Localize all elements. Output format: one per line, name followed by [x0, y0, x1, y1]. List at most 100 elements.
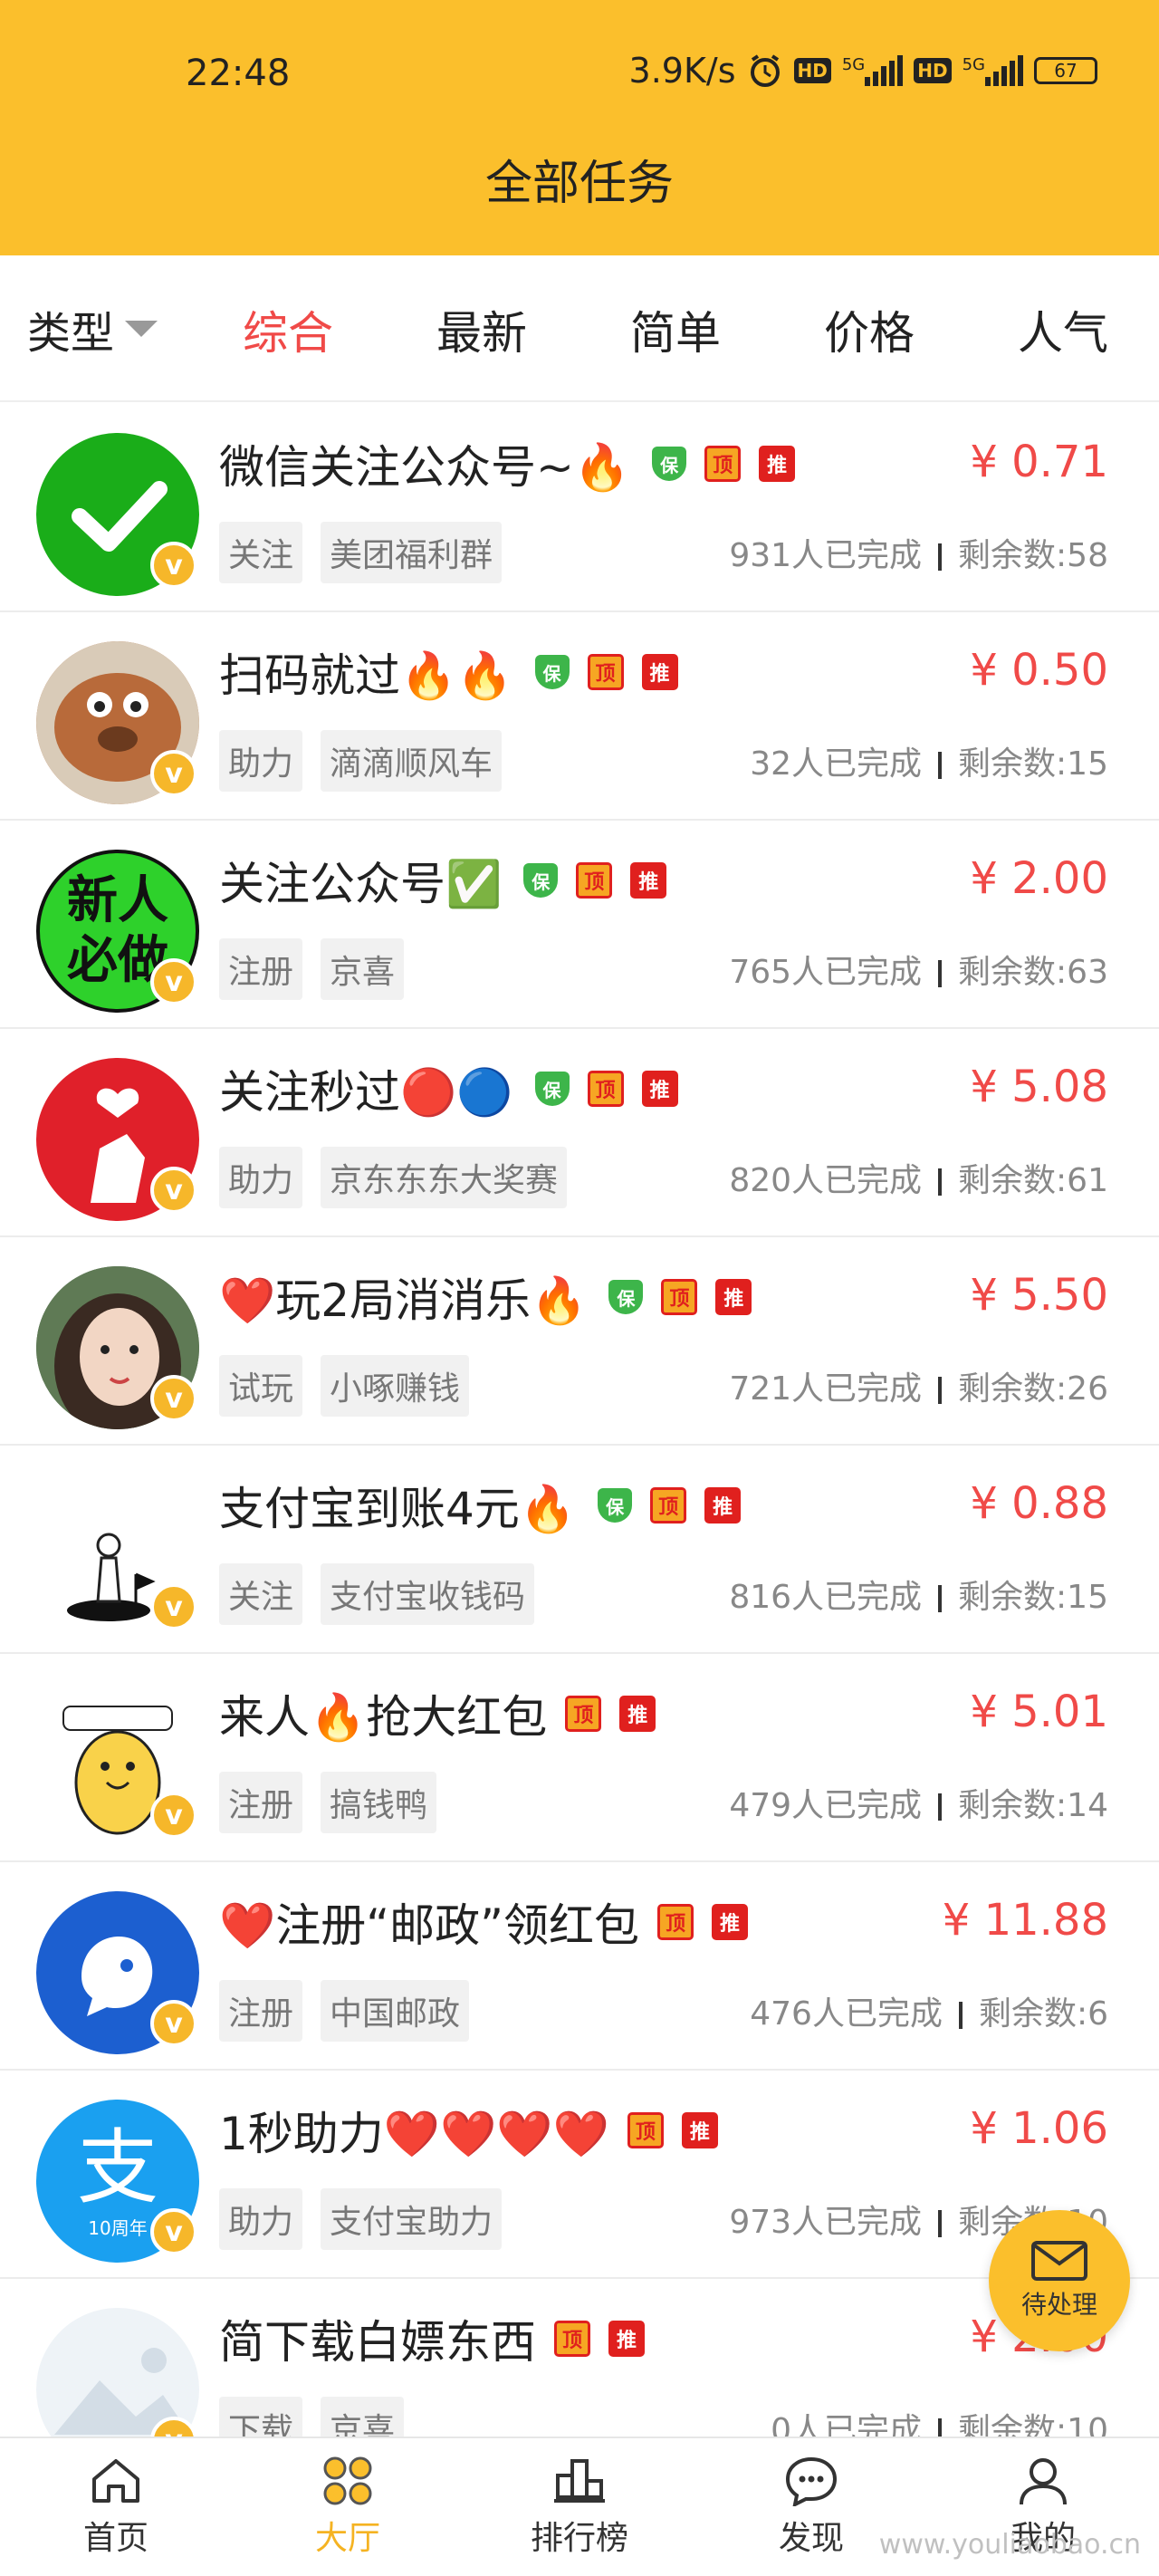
task-row[interactable]: 支 10周年 v 1秒助力❤️❤️❤️❤️ 顶 推 ¥ 1.06 助力 支付宝助…: [0, 2071, 1159, 2279]
task-app-tag: 美团福利群: [321, 522, 503, 583]
top-badge: 顶: [554, 2321, 590, 2357]
tab-label: 发现: [778, 2520, 844, 2557]
task-row[interactable]: v 支付宝到账4元🔥 保 顶 推 ¥ 0.88 关注 支付宝收钱码 816人已完…: [0, 1446, 1159, 1654]
completed-count: 765人已完成: [729, 954, 923, 991]
task-app-tag: 支付宝收钱码: [321, 1563, 535, 1625]
task-price: ¥ 1.06: [970, 2103, 1108, 2154]
task-stats: 816人已完成 剩余数:15: [729, 1571, 1108, 1618]
envelope-icon: [1031, 2241, 1087, 2281]
tab-label: 大厅: [314, 2520, 380, 2557]
top-badge: 顶: [650, 1487, 687, 1523]
task-type-tag: 注册: [219, 1980, 303, 2042]
pending-fab-button[interactable]: 待处理: [989, 2210, 1130, 2351]
filter-tab-popularity[interactable]: 人气: [1018, 297, 1108, 362]
battery-icon: 67: [1034, 57, 1097, 84]
status-time: 22:48: [186, 53, 291, 94]
verified-badge-icon: v: [150, 1375, 197, 1422]
divider: [938, 1585, 943, 1612]
task-title: 来人🔥抢大红包: [219, 1691, 548, 1744]
task-price: ¥ 2.00: [970, 853, 1108, 904]
tab-label: 首页: [82, 2520, 148, 2557]
recommend-badge: 推: [759, 446, 796, 482]
task-app-tag: 京喜: [321, 938, 405, 1000]
tab-label: 排行榜: [530, 2520, 628, 2557]
task-title: 关注秒过🔴🔵: [219, 1066, 513, 1119]
completed-count: 479人已完成: [729, 1787, 923, 1824]
top-badge: 顶: [587, 654, 624, 690]
divider: [958, 2002, 963, 2029]
task-title: 支付宝到账4元🔥: [219, 1483, 577, 1535]
task-row[interactable]: v 来人🔥抢大红包 顶 推 ¥ 5.01 注册 搞钱鸭 479人已完成 剩余数:1…: [0, 1654, 1159, 1862]
recommend-badge: 推: [641, 654, 678, 690]
remaining-count: 剩余数:6: [978, 1995, 1108, 2033]
filter-tab-newest[interactable]: 最新: [436, 297, 527, 362]
recommend-badge: 推: [619, 1696, 656, 1732]
verified-badge-icon: v: [150, 2208, 197, 2255]
dropdown-arrow-icon: [125, 321, 158, 337]
avatar-subtext: 10周年: [88, 2216, 148, 2239]
divider: [938, 2210, 943, 2237]
top-badge: 顶: [565, 1696, 602, 1732]
filter-tab-simple[interactable]: 简单: [630, 297, 721, 362]
task-row[interactable]: v ❤️玩2局消消乐🔥 保 顶 推 ¥ 5.50 试玩 小啄赚钱 721人已完成…: [0, 1237, 1159, 1446]
tab-home[interactable]: 首页: [0, 2438, 232, 2576]
network-speed: 3.9K/s: [628, 51, 736, 91]
signal-icon: 5G: [842, 55, 904, 86]
top-badge: 顶: [661, 1279, 698, 1315]
alarm-icon: [750, 54, 780, 87]
divider: [938, 1377, 943, 1404]
task-price: ¥ 5.01: [970, 1687, 1108, 1737]
task-title: 1秒助力❤️❤️❤️❤️: [219, 2108, 609, 2160]
status-icons: 3.9K/s HD 5G HD 5G 67: [629, 51, 1097, 91]
task-row[interactable]: v 扫码就过🔥🔥 保 顶 推 ¥ 0.50 助力 滴滴顺风车 32人已完成 剩余数…: [0, 612, 1159, 821]
top-badge: 顶: [627, 2112, 664, 2148]
recommend-badge: 推: [608, 2321, 645, 2357]
task-row[interactable]: v 关注秒过🔴🔵 保 顶 推 ¥ 5.08 助力 京东东东大奖赛 820人已完成…: [0, 1029, 1159, 1237]
task-stats: 721人已完成 剩余数:26: [729, 1362, 1108, 1409]
task-type-tag: 注册: [219, 938, 303, 1000]
completed-count: 476人已完成: [750, 1995, 943, 2033]
task-type-tag: 试玩: [219, 1355, 303, 1417]
grid-icon: [323, 2456, 372, 2505]
filter-tab-comprehensive[interactable]: 综合: [243, 297, 333, 362]
guarantee-badge: 保: [534, 655, 570, 689]
task-row[interactable]: 新人 必做 v 关注公众号✅ 保 顶 推 ¥ 2.00 注册 京喜 765人已完…: [0, 821, 1159, 1029]
task-app-tag: 京东东东大奖赛: [321, 1147, 568, 1208]
task-row[interactable]: v ❤️注册“邮政”领红包 顶 推 ¥ 11.88 注册 中国邮政 476人已完…: [0, 1862, 1159, 2071]
completed-count: 820人已完成: [729, 1162, 923, 1199]
task-stats: 820人已完成 剩余数:61: [729, 1154, 1108, 1201]
home-icon: [92, 2459, 139, 2503]
verified-badge-icon: v: [150, 542, 197, 589]
task-price: ¥ 0.50: [970, 645, 1108, 696]
filter-bar: 类型 综合 最新 简单 价格 人气: [0, 255, 1159, 402]
type-filter-dropdown[interactable]: 类型: [27, 297, 158, 360]
filter-tab-price[interactable]: 价格: [824, 297, 915, 362]
leaderboard-icon: [554, 2459, 605, 2503]
top-badge: 顶: [704, 446, 742, 482]
remaining-count: 剩余数:63: [958, 954, 1108, 991]
guarantee-badge: 保: [523, 863, 559, 898]
verified-badge-icon: v: [150, 750, 197, 797]
recommend-badge: 推: [712, 1904, 749, 1940]
task-price: ¥ 5.50: [970, 1270, 1108, 1321]
remaining-count: 剩余数:61: [958, 1162, 1108, 1199]
task-type-tag: 关注: [219, 1563, 303, 1625]
recommend-badge: 推: [704, 1487, 742, 1523]
verified-badge-icon: v: [150, 958, 197, 1005]
task-row[interactable]: v 微信关注公众号~🔥 保 顶 推 ¥ 0.71 关注 美团福利群 931人已完…: [0, 404, 1159, 612]
divider: [938, 752, 943, 779]
completed-count: 816人已完成: [729, 1579, 923, 1616]
task-title: 扫码就过🔥🔥: [219, 649, 513, 702]
completed-count: 721人已完成: [729, 1370, 923, 1408]
divider: [938, 1168, 943, 1196]
top-badge: 顶: [587, 1071, 624, 1107]
tab-leaderboard[interactable]: 排行榜: [464, 2438, 695, 2576]
verified-badge-icon: v: [150, 1167, 197, 1214]
task-stats: 32人已完成 剩余数:15: [750, 737, 1108, 784]
tab-hall[interactable]: 大厅: [232, 2438, 464, 2576]
verified-badge-icon: v: [150, 1583, 197, 1630]
task-type-tag: 助力: [219, 730, 303, 792]
guarantee-badge: 保: [608, 1280, 644, 1314]
top-badge: 顶: [576, 862, 613, 899]
task-type-tag: 助力: [219, 2188, 303, 2250]
